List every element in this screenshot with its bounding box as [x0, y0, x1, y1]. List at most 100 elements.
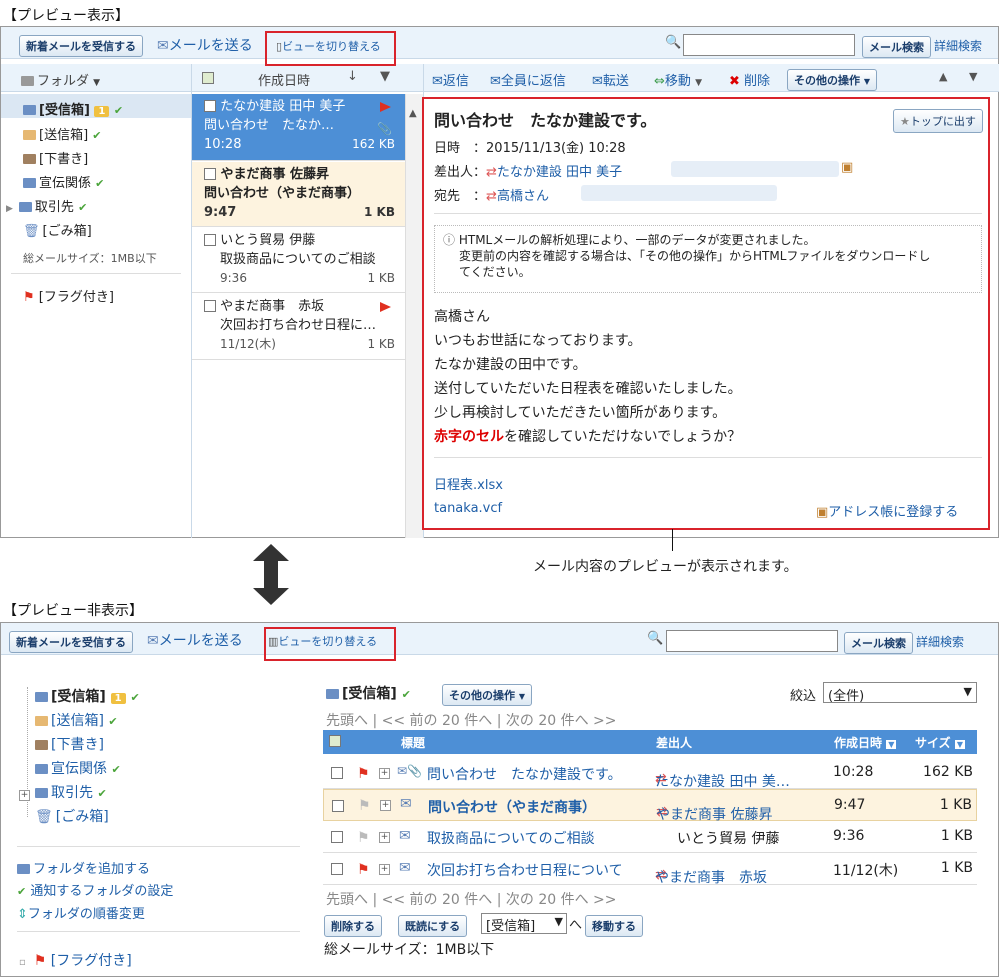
folder-clients[interactable]: ▶ 取引先 ✔: [6, 196, 87, 215]
send-mail-link[interactable]: ✉メールを送る: [157, 35, 253, 55]
flag-icon[interactable]: ⚑: [358, 798, 371, 814]
pager-first[interactable]: 先頭へ: [326, 892, 368, 908]
expand-icon[interactable]: +: [379, 864, 390, 875]
reply-icon: ✉: [432, 74, 443, 89]
expand-icon[interactable]: +: [380, 800, 391, 811]
list-item[interactable]: やまだ商事 赤坂 次回お打ち合わせ日程に… 11/12(木) 1 KB: [192, 294, 405, 360]
expand-icon[interactable]: +: [379, 832, 390, 843]
list-item[interactable]: いとう貿易 伊藤 取扱商品についてのご相談 9:36 1 KB: [192, 228, 405, 293]
col-size[interactable]: サイズ ▼: [915, 734, 965, 751]
flag-icon[interactable]: ⚑: [357, 862, 370, 878]
col-subject[interactable]: 標題: [401, 734, 425, 751]
receive-button[interactable]: 新着メールを受信する: [9, 631, 133, 653]
folder-trash[interactable]: 🗑 [ごみ箱]: [35, 806, 109, 826]
select-all-checkbox[interactable]: [329, 735, 341, 747]
notify-folder-link[interactable]: ✔ 通知するフォルダの設定: [17, 880, 173, 899]
flag-icon[interactable]: ⚑: [357, 830, 370, 846]
delete-button[interactable]: ✖ 削除: [729, 70, 770, 89]
move-folder-select[interactable]: [受信箱] ▼: [481, 913, 567, 934]
trash-icon: 🗑: [23, 224, 40, 239]
reorder-folder-link[interactable]: ⇕フォルダの順番変更: [17, 903, 145, 922]
row-checkbox[interactable]: [332, 800, 344, 812]
col-sender[interactable]: 差出人: [656, 734, 692, 751]
pager-first[interactable]: 先頭へ: [326, 713, 368, 729]
expand-icon[interactable]: +: [19, 790, 30, 801]
pager-prev[interactable]: << 前の 20 件へ: [382, 892, 493, 908]
folder-header-label[interactable]: フォルダ ▼: [21, 70, 100, 89]
search-input[interactable]: [683, 34, 855, 56]
row-checkbox[interactable]: [331, 863, 343, 875]
sort-date-header[interactable]: 作成日時: [258, 70, 310, 89]
message-checkbox[interactable]: [204, 100, 216, 112]
folder-clients[interactable]: + 取引先 ✔: [19, 782, 107, 802]
delete-button[interactable]: 削除する: [324, 915, 382, 937]
table-row[interactable]: ⚑ + ✉📎 問い合わせ たなか建設です。 ⇄ たなか建設 田中 美… 10:28…: [323, 757, 977, 790]
table-row[interactable]: ⚑ + ✉ 取扱商品についてのご相談 いとう貿易 伊藤 9:36 1 KB: [323, 821, 977, 853]
pager-next[interactable]: 次の 20 件へ >>: [506, 892, 617, 908]
send-mail-link[interactable]: ✉メールを送る: [147, 630, 243, 650]
folder-icon: [23, 105, 36, 115]
flag-icon[interactable]: [380, 102, 391, 112]
scroll-up-icon[interactable]: ▲: [409, 108, 417, 119]
pager-next[interactable]: 次の 20 件へ >>: [506, 713, 617, 729]
message-checkbox[interactable]: [204, 234, 216, 246]
table-row[interactable]: ⚑ + ✉ 問い合わせ（やまだ商事） ⇄ やまだ商事 佐藤昇 9:47 1 KB: [323, 789, 977, 823]
expand-icon[interactable]: +: [379, 768, 390, 779]
folder-icon: [35, 716, 48, 726]
row-checkbox[interactable]: [331, 767, 343, 779]
forward-button[interactable]: ✉転送: [592, 70, 629, 89]
folder-flagged[interactable]: ⚑ [フラグ付き]: [23, 286, 114, 305]
row-subject[interactable]: 取扱商品についてのご相談: [427, 828, 595, 848]
next-mail-icon[interactable]: ▼: [969, 70, 977, 83]
filter-select[interactable]: (全件) ▼: [823, 682, 977, 704]
prev-mail-icon[interactable]: ▲: [939, 70, 947, 83]
table-row[interactable]: ⚑ + ✉ 次回お打ち合わせ日程について ⇄ やまだ商事 赤坂 11/12(木) …: [323, 853, 977, 886]
folder-ads[interactable]: 宣伝関係 ✔: [23, 172, 104, 191]
folder-inbox[interactable]: [受信箱] 1 ✔: [35, 686, 140, 706]
other-actions-button[interactable]: その他の操作 ▼: [442, 684, 532, 706]
search-button[interactable]: メール検索: [844, 632, 913, 654]
add-folder-link[interactable]: フォルダを追加する: [17, 858, 150, 877]
row-date: 9:47: [834, 797, 866, 813]
pager-prev[interactable]: << 前の 20 件へ: [382, 713, 493, 729]
flag-icon[interactable]: [380, 302, 391, 312]
row-subject[interactable]: 問い合わせ（やまだ商事）: [428, 797, 596, 817]
flag-icon[interactable]: ⚑: [357, 766, 370, 782]
search-input[interactable]: [666, 630, 838, 652]
folder-trash[interactable]: 🗑 [ごみ箱]: [23, 220, 92, 239]
folder-drafts[interactable]: [下書き]: [23, 148, 88, 167]
move-button[interactable]: ⇔移動 ▼: [654, 70, 702, 89]
folder-inbox[interactable]: [受信箱] 1 ✔: [23, 99, 123, 118]
sort-arrow-icon[interactable]: ↓: [347, 69, 358, 84]
arrow-shaft: [264, 560, 278, 588]
mark-read-button[interactable]: 既読にする: [398, 915, 468, 937]
chevron-down-icon: ▼: [518, 692, 525, 701]
folder-ads[interactable]: 宣伝関係 ✔: [35, 758, 121, 778]
advanced-search-link[interactable]: 詳細検索: [916, 633, 964, 650]
folder-flagged[interactable]: ▫ ⚑ [フラグ付き]: [19, 950, 132, 970]
list-item[interactable]: たなか建設 田中 美子 問い合わせ たなか… 10:28 162 KB 📎: [192, 94, 405, 161]
row-checkbox[interactable]: [331, 831, 343, 843]
other-actions-button[interactable]: その他の操作 ▼: [787, 69, 877, 91]
reply-button[interactable]: ✉返信: [432, 70, 469, 89]
row-subject[interactable]: 問い合わせ たなか建設です。: [427, 764, 622, 784]
select-all-checkbox[interactable]: [202, 72, 214, 84]
move-button[interactable]: 移動する: [585, 915, 643, 937]
receive-button[interactable]: 新着メールを受信する: [19, 35, 143, 57]
list-scrollbar[interactable]: ▲: [405, 94, 423, 538]
folder-icon: [17, 864, 30, 874]
list-item[interactable]: やまだ商事 佐藤昇 問い合わせ（やまだ商事） 9:47 1 KB: [192, 162, 405, 227]
advanced-search-link[interactable]: 詳細検索: [934, 37, 982, 54]
folder-drafts[interactable]: [下書き]: [35, 734, 104, 754]
row-size: 1 KB: [940, 828, 973, 844]
col-date[interactable]: 作成日時 ▼: [834, 734, 897, 751]
reply-all-button[interactable]: ✉全員に返信: [490, 70, 566, 89]
search-button[interactable]: メール検索: [862, 36, 931, 58]
expand-arrow-icon[interactable]: ▶: [6, 204, 13, 214]
folder-sent[interactable]: [送信箱] ✔: [23, 124, 102, 143]
filter-icon[interactable]: ▼: [380, 69, 390, 84]
folder-sent[interactable]: [送信箱] ✔: [35, 710, 118, 730]
message-checkbox[interactable]: [204, 300, 216, 312]
row-subject[interactable]: 次回お打ち合わせ日程について: [427, 860, 623, 880]
message-checkbox[interactable]: [204, 168, 216, 180]
